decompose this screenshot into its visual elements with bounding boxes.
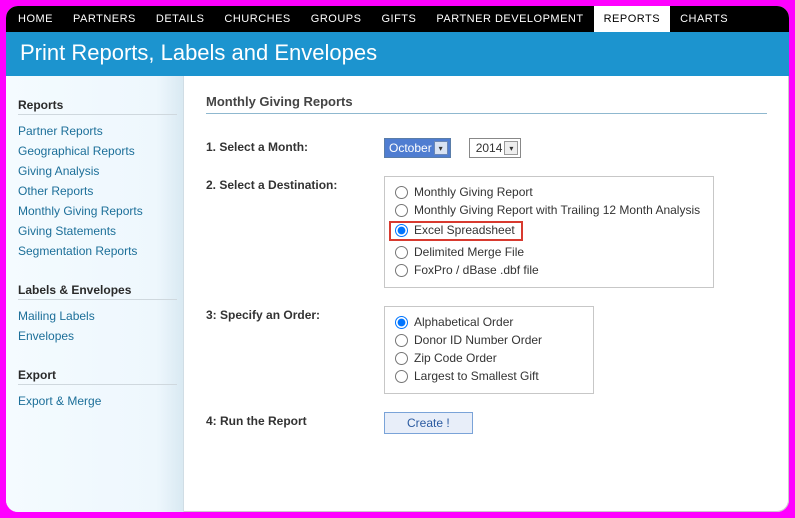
step-3-label: 3: Specify an Order: <box>206 306 384 322</box>
dest-option-trailing-12[interactable]: Monthly Giving Report with Trailing 12 M… <box>395 201 703 219</box>
sidebar: Reports Partner Reports Geographical Rep… <box>6 76 184 512</box>
sidebar-group-reports: Reports <box>18 98 177 115</box>
option-label: Alphabetical Order <box>414 315 513 329</box>
option-label: Monthly Giving Report with Trailing 12 M… <box>414 203 700 217</box>
nav-reports[interactable]: REPORTS <box>594 6 670 32</box>
option-label: FoxPro / dBase .dbf file <box>414 263 539 277</box>
app-frame: HOME PARTNERS DETAILS CHURCHES GROUPS GI… <box>6 6 789 512</box>
nav-details[interactable]: DETAILS <box>146 6 215 32</box>
nav-partners[interactable]: PARTNERS <box>63 6 146 32</box>
month-select[interactable]: October ▾ <box>384 138 451 158</box>
destination-options: Monthly Giving Report Monthly Giving Rep… <box>384 176 714 288</box>
dest-option-excel-highlight: Excel Spreadsheet <box>395 219 703 243</box>
create-button[interactable]: Create ! <box>384 412 473 434</box>
step-1-label: 1. Select a Month: <box>206 138 384 154</box>
nav-charts[interactable]: CHARTS <box>670 6 738 32</box>
sidebar-item-other-reports[interactable]: Other Reports <box>18 181 177 201</box>
radio-input[interactable] <box>395 370 408 383</box>
option-label: Monthly Giving Report <box>414 185 533 199</box>
sidebar-item-giving-statements[interactable]: Giving Statements <box>18 221 177 241</box>
option-label: Donor ID Number Order <box>414 333 542 347</box>
radio-input[interactable] <box>395 316 408 329</box>
step-4-label: 4: Run the Report <box>206 412 384 428</box>
sidebar-item-export-merge[interactable]: Export & Merge <box>18 391 177 411</box>
dest-option-excel[interactable]: Excel Spreadsheet <box>395 223 515 237</box>
main-panel: Monthly Giving Reports 1. Select a Month… <box>184 76 789 512</box>
year-select[interactable]: 2014 ▾ <box>469 138 522 158</box>
step-3-row: 3: Specify an Order: Alphabetical Order … <box>206 306 767 394</box>
option-label: Zip Code Order <box>414 351 497 365</box>
sidebar-item-geographical-reports[interactable]: Geographical Reports <box>18 141 177 161</box>
nav-gifts[interactable]: GIFTS <box>371 6 426 32</box>
top-nav: HOME PARTNERS DETAILS CHURCHES GROUPS GI… <box>6 6 789 32</box>
step-4-row: 4: Run the Report Create ! <box>206 412 767 434</box>
sidebar-item-envelopes[interactable]: Envelopes <box>18 326 177 346</box>
option-label: Largest to Smallest Gift <box>414 369 539 383</box>
sidebar-group-labels: Labels & Envelopes <box>18 283 177 300</box>
radio-input[interactable] <box>395 352 408 365</box>
option-label: Excel Spreadsheet <box>414 223 515 237</box>
sidebar-group-export: Export <box>18 368 177 385</box>
chevron-down-icon: ▾ <box>504 141 518 155</box>
sidebar-item-monthly-giving-reports[interactable]: Monthly Giving Reports <box>18 201 177 221</box>
radio-input[interactable] <box>395 246 408 259</box>
order-option-donor-id[interactable]: Donor ID Number Order <box>395 331 583 349</box>
step-2-row: 2. Select a Destination: Monthly Giving … <box>206 176 767 288</box>
order-option-largest[interactable]: Largest to Smallest Gift <box>395 367 583 385</box>
radio-input[interactable] <box>395 204 408 217</box>
dest-option-monthly-giving-report[interactable]: Monthly Giving Report <box>395 183 703 201</box>
radio-input[interactable] <box>395 334 408 347</box>
sidebar-item-mailing-labels[interactable]: Mailing Labels <box>18 306 177 326</box>
order-options: Alphabetical Order Donor ID Number Order… <box>384 306 594 394</box>
nav-groups[interactable]: GROUPS <box>301 6 372 32</box>
dest-option-foxpro[interactable]: FoxPro / dBase .dbf file <box>395 261 703 279</box>
chevron-down-icon: ▾ <box>434 141 448 155</box>
order-option-alphabetical[interactable]: Alphabetical Order <box>395 313 583 331</box>
sidebar-item-segmentation-reports[interactable]: Segmentation Reports <box>18 241 177 261</box>
month-value: October <box>389 141 432 155</box>
nav-home[interactable]: HOME <box>8 6 63 32</box>
nav-churches[interactable]: CHURCHES <box>214 6 300 32</box>
year-value: 2014 <box>476 141 503 155</box>
radio-input[interactable] <box>395 224 408 237</box>
sidebar-item-giving-analysis[interactable]: Giving Analysis <box>18 161 177 181</box>
radio-input[interactable] <box>395 186 408 199</box>
page-title: Print Reports, Labels and Envelopes <box>6 32 789 76</box>
option-label: Delimited Merge File <box>414 245 524 259</box>
radio-input[interactable] <box>395 264 408 277</box>
step-2-label: 2. Select a Destination: <box>206 176 384 192</box>
sidebar-item-partner-reports[interactable]: Partner Reports <box>18 121 177 141</box>
step-1-row: 1. Select a Month: October ▾ 2014 ▾ <box>206 138 767 158</box>
nav-partner-development[interactable]: PARTNER DEVELOPMENT <box>426 6 593 32</box>
dest-option-delimited[interactable]: Delimited Merge File <box>395 243 703 261</box>
order-option-zip[interactable]: Zip Code Order <box>395 349 583 367</box>
section-title: Monthly Giving Reports <box>206 94 767 114</box>
